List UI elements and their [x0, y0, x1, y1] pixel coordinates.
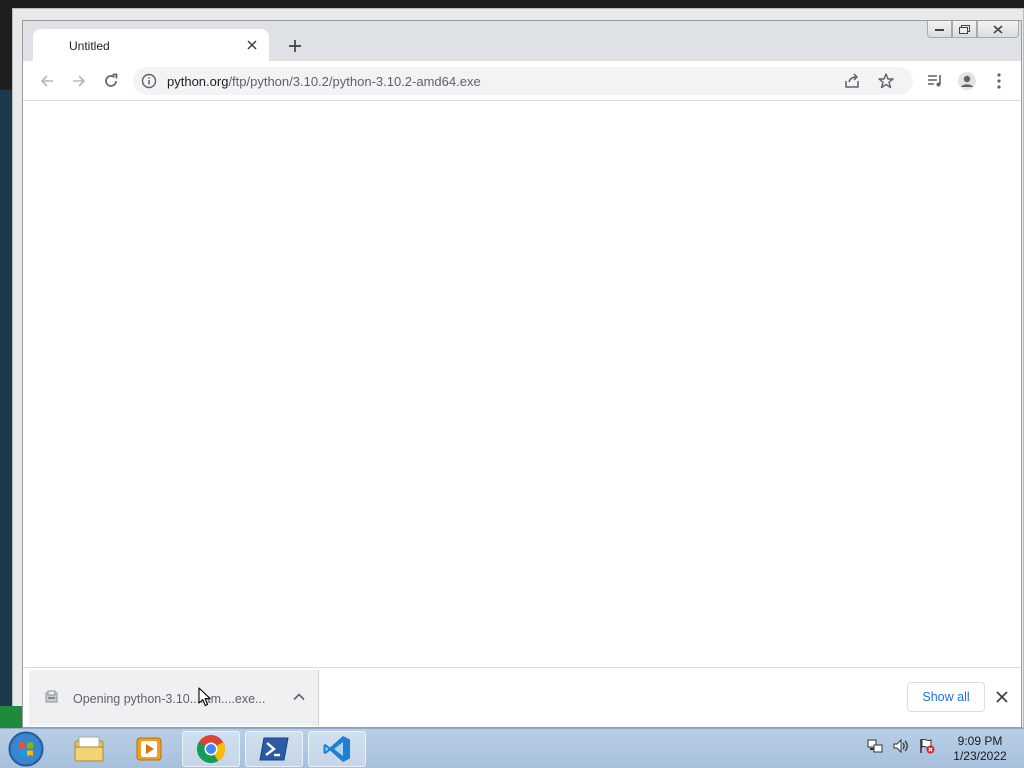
action-center-flag-icon[interactable]	[918, 737, 936, 755]
restore-icon[interactable]	[952, 21, 977, 38]
taskbar-powershell[interactable]	[245, 731, 303, 767]
window-controls	[927, 21, 1019, 41]
site-info-icon[interactable]	[141, 73, 157, 89]
start-orb-button[interactable]	[6, 730, 46, 768]
clock-time: 9:09 PM	[957, 734, 1003, 748]
taskbar: 9:09 PM 1/23/2022	[0, 728, 1024, 768]
tab-title: Untitled	[69, 39, 110, 53]
powershell-icon	[259, 737, 289, 761]
tab-close-icon[interactable]	[243, 36, 261, 54]
url-host: python.org	[167, 74, 229, 89]
explorer-icon	[74, 736, 104, 762]
tab-strip: Untitled	[23, 21, 1021, 61]
url-path: /ftp/python/3.10.2/python-3.10.2-amd64.e…	[228, 74, 481, 89]
download-shelf: Opening python-3.10....am....exe... Show…	[23, 667, 1021, 727]
chevron-up-icon[interactable]	[291, 689, 307, 705]
taskbar-explorer[interactable]	[60, 731, 118, 767]
taskbar-media-player[interactable]	[120, 731, 178, 767]
download-status-text: Opening python-3.10....am....exe...	[73, 692, 266, 706]
address-bar[interactable]: python.org/ftp/python/3.10.2/python-3.10…	[133, 67, 913, 95]
clock-date: 1/23/2022	[953, 749, 1007, 763]
mouse-cursor-icon	[198, 687, 211, 707]
bookmark-star-icon[interactable]	[877, 72, 895, 90]
toolbar: python.org/ftp/python/3.10.2/python-3.10…	[23, 61, 1021, 101]
background-app-edge	[0, 706, 22, 728]
volume-icon[interactable]	[892, 737, 910, 755]
taskbar-vscode[interactable]	[308, 731, 366, 767]
taskbar-chrome[interactable]	[182, 731, 240, 767]
profile-avatar-icon[interactable]	[955, 69, 979, 93]
reload-icon[interactable]	[99, 69, 123, 93]
back-arrow-icon[interactable]	[35, 69, 59, 93]
background-window-edge	[0, 90, 12, 710]
chrome-icon	[197, 735, 225, 763]
new-tab-plus-icon[interactable]	[285, 36, 305, 56]
minimize-icon[interactable]	[927, 21, 952, 38]
reading-list-icon[interactable]	[923, 69, 947, 93]
tab-untitled[interactable]: Untitled	[33, 29, 269, 61]
installer-file-icon	[45, 690, 59, 704]
show-all-button[interactable]: Show all	[907, 682, 985, 712]
close-shelf-icon[interactable]	[993, 688, 1011, 706]
menu-kebab-icon[interactable]	[987, 69, 1011, 93]
close-window-icon[interactable]	[977, 21, 1019, 38]
system-tray	[866, 737, 936, 755]
download-item[interactable]: Opening python-3.10....am....exe...	[29, 670, 319, 726]
share-icon[interactable]	[843, 72, 861, 90]
media-player-icon	[136, 737, 162, 761]
chrome-window: Untitled python.org/ftp/python/3.10.2/py…	[22, 20, 1022, 728]
page-content[interactable]	[23, 101, 1021, 667]
url-text: python.org/ftp/python/3.10.2/python-3.10…	[167, 74, 481, 89]
taskbar-clock[interactable]: 9:09 PM 1/23/2022	[940, 734, 1020, 764]
vscode-icon	[323, 736, 350, 762]
network-icon[interactable]	[866, 737, 884, 755]
forward-arrow-icon[interactable]	[67, 69, 91, 93]
